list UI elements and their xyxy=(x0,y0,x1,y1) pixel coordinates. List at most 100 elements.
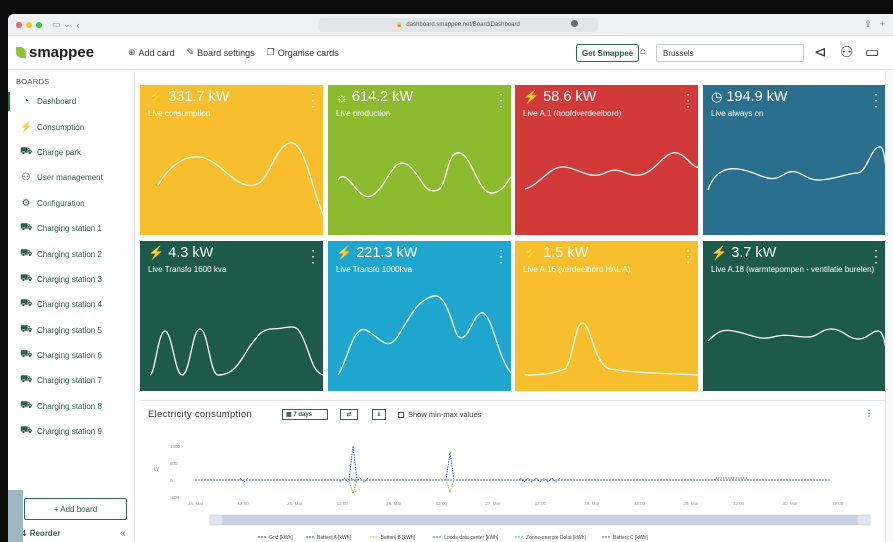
sidebar-item-charging-station-9[interactable]: ⛟ Charging station 9 xyxy=(8,419,134,444)
get-smappee-button[interactable]: Get Smappee xyxy=(576,44,640,62)
sidebar-item-label: Charging station 2 xyxy=(37,249,102,259)
tile-menu-icon[interactable]: · · · xyxy=(875,91,878,113)
tile-value-text: 331.7 kW xyxy=(168,89,230,105)
x-tick-label: 12:00 xyxy=(832,501,844,506)
tile-menu-icon[interactable]: · · · xyxy=(875,247,878,269)
sidebar-item-consumption[interactable]: ⚡ Consumption xyxy=(8,114,134,139)
sidebar-item-dashboard[interactable]: ◔ Dashboard xyxy=(8,89,134,114)
consumption-icon: ⚡ xyxy=(523,89,540,104)
consumption-chart: 1000 500 0 -500 W 24. Mar 12:00 25. Mar 12:00 26.… xyxy=(154,444,871,541)
sidebar-item-label: Charging station 7 xyxy=(37,376,102,386)
car-icon: ⛟ xyxy=(20,399,33,411)
sidebar-item-label: User management xyxy=(37,173,103,183)
maximize-window-button[interactable] xyxy=(36,21,42,28)
home-icon: ⌂ xyxy=(640,46,647,57)
collapse-sidebar-icon[interactable]: « xyxy=(120,528,126,539)
notifications-icon[interactable]: ⊲ xyxy=(814,43,827,61)
tile-label: Live A.18 (warmtepompen - ventilatie bur… xyxy=(711,265,875,274)
user-icon[interactable]: ⚇ xyxy=(840,43,853,61)
add-card-label: Add card xyxy=(138,47,175,58)
address-bar[interactable]: 🔒 dashboard.smappee.net/Board/Dashboard xyxy=(318,18,598,32)
live-tile-5[interactable]: ⚡ 4.3 kW Live Transfo 1600 kva · · · xyxy=(140,241,323,391)
x-tick-label: 30. Mar xyxy=(782,501,798,506)
url-text: dashboard.smappee.net/Board/Dashboard xyxy=(406,22,520,28)
consumption-icon: ⚡ xyxy=(336,245,353,260)
tile-menu-icon[interactable]: · · · xyxy=(687,91,690,113)
car-icon: ⛟ xyxy=(20,349,33,361)
car-icon: ⛟ xyxy=(20,145,33,157)
car-icon: ⛟ xyxy=(20,298,33,310)
x-tick-label: 12:00 xyxy=(436,501,448,506)
sidebar-item-label: Charging station 6 xyxy=(37,351,102,361)
boards-heading: BOARDS xyxy=(16,77,50,86)
x-tick-label: 28. Mar xyxy=(584,501,600,506)
electricity-consumption-panel: Electricity consumption ▦ 7 days ⇄ ⤓ Sho… xyxy=(140,400,885,542)
tile-value: ⚡ 1.5 kW xyxy=(523,245,588,261)
sidebar-item-label: Charging station 8 xyxy=(37,401,102,411)
consumption-icon: ⚡ xyxy=(148,245,165,260)
legend-label: Loods data center [kWh] xyxy=(444,535,499,541)
sidebar-item-charging-station-1[interactable]: ⛟ Charging station 1 xyxy=(8,216,134,241)
smappee-logo[interactable]: smappee xyxy=(16,44,116,61)
tile-menu-icon[interactable]: · · · xyxy=(312,247,315,269)
live-tile-6[interactable]: ⚡ 221.3 kW Live Transfo 1000kva · · · xyxy=(328,241,511,391)
back-icon[interactable]: ‹ xyxy=(77,20,80,30)
tile-menu-icon[interactable]: · · · xyxy=(500,91,503,113)
tile-value: ⚡ 4.3 kW xyxy=(148,245,213,261)
sidebar-item-charging-station-7[interactable]: ⛟ Charging station 7 xyxy=(8,368,134,393)
x-tick-label: 26. Mar xyxy=(386,501,402,506)
board-settings-label: Board settings xyxy=(197,47,255,58)
sidebar-item-label: Configuration xyxy=(37,198,85,208)
y-tick-label: 1000 xyxy=(170,444,181,449)
series-spike xyxy=(348,445,358,481)
reorder-button[interactable]: ⇅ Reorder xyxy=(20,529,60,538)
leaf-icon xyxy=(16,47,26,58)
configuration-icon: ⚙ xyxy=(21,197,31,209)
consumption-icon: ⚡ xyxy=(523,245,540,260)
sidebar-item-charging-station-6[interactable]: ⛟ Charging station 6 xyxy=(8,343,134,368)
tile-menu-icon[interactable]: · · · xyxy=(312,91,315,113)
car-icon: ⛟ xyxy=(20,374,33,386)
minimize-window-button[interactable] xyxy=(26,21,32,28)
location-selector[interactable]: Brussels xyxy=(656,44,804,62)
add-board-button[interactable]: + Add board xyxy=(24,498,127,520)
car-icon: ⛟ xyxy=(20,272,33,284)
tile-value-text: 194.9 kW xyxy=(726,89,788,105)
live-tile-2[interactable]: ☼ 614.2 kW Live production · · · xyxy=(328,85,511,235)
consumption-icon: ⚡ xyxy=(20,121,33,133)
sidebar-item-charge-park[interactable]: ⛟ Charge park xyxy=(8,140,134,165)
location-text: Brussels xyxy=(663,48,694,58)
organise-cards-button[interactable]: ❐ Organise cards xyxy=(267,47,339,58)
new-tab-icon[interactable]: + xyxy=(880,19,885,30)
sun-icon: ☼ xyxy=(336,89,348,105)
live-tile-7[interactable]: ⚡ 1.5 kW Live A.16 (verdeelbord HAL A) · · · xyxy=(515,241,698,391)
tile-value: ⚡ 3.7 kW xyxy=(711,245,776,261)
live-tile-4[interactable]: ◷ 194.9 kW Live always on · · · xyxy=(703,85,886,235)
add-card-button[interactable]: ⊕ Add card xyxy=(128,47,175,58)
organise-cards-label: Organise cards xyxy=(277,47,339,58)
sidebar-item-user-management[interactable]: ⚇ User management xyxy=(8,165,134,190)
tile-menu-icon[interactable]: · · · xyxy=(500,247,503,269)
sidebar-item-charging-station-4[interactable]: ⛟ Charging station 4 xyxy=(8,292,134,317)
extension-icon[interactable] xyxy=(571,20,578,27)
live-tile-8[interactable]: ⚡ 3.7 kW Live A.18 (warmtepompen - ventila… xyxy=(703,241,886,391)
consumption-icon: ⚡ xyxy=(148,89,165,104)
sidebar-item-charging-station-5[interactable]: ⛟ Charging station 5 xyxy=(8,318,134,343)
navigator-selection xyxy=(222,515,858,525)
close-window-button[interactable] xyxy=(16,21,22,28)
sidebar-item-configuration[interactable]: ⚙ Configuration xyxy=(8,191,134,216)
sidebar-item-charging-station-8[interactable]: ⛟ Charging station 8 xyxy=(8,394,134,419)
display-icon[interactable]: ▭ xyxy=(865,43,879,61)
series-spike xyxy=(445,479,455,494)
sidebar-item-charging-station-2[interactable]: ⛟ Charging station 2 xyxy=(8,241,134,266)
tile-label: Live production xyxy=(336,109,391,118)
tile-label: Live always on xyxy=(711,109,764,118)
tile-value: ◷ 194.9 kW xyxy=(711,89,788,105)
tile-menu-icon[interactable]: · · · xyxy=(687,247,690,269)
share-icon[interactable]: ⇪ xyxy=(864,19,872,30)
sidebar-toggle-icon[interactable]: ▭ ⌄ xyxy=(52,19,71,30)
board-settings-button[interactable]: ✎ Board settings xyxy=(187,47,255,58)
sidebar-item-charging-station-3[interactable]: ⛟ Charging station 3 xyxy=(8,267,134,292)
live-tile-3[interactable]: ⚡ 58.6 kW Live A.1 (hoofdverdeelbord) · · · xyxy=(515,85,698,235)
live-tile-1[interactable]: ⚡ 331.7 kW Live consumption · · · xyxy=(140,85,323,235)
